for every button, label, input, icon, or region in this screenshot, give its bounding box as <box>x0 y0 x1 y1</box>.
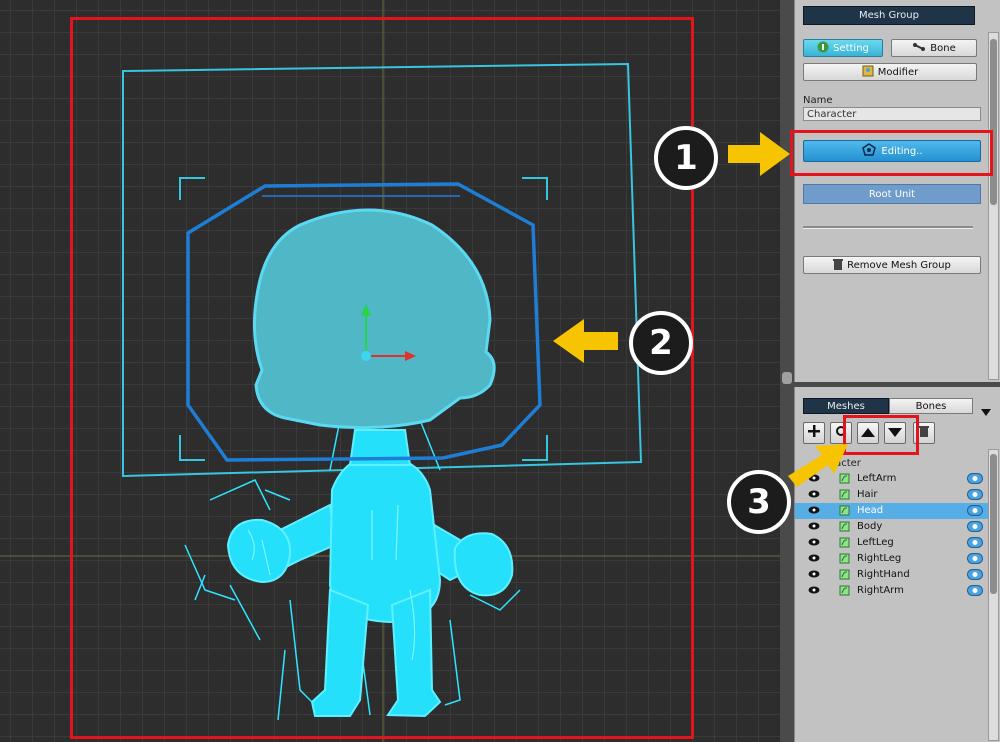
callout-arrows <box>553 132 848 487</box>
arrow-up-right-icon <box>788 444 848 487</box>
arrow-right-icon <box>728 132 790 176</box>
arrow-left-icon <box>553 319 618 363</box>
